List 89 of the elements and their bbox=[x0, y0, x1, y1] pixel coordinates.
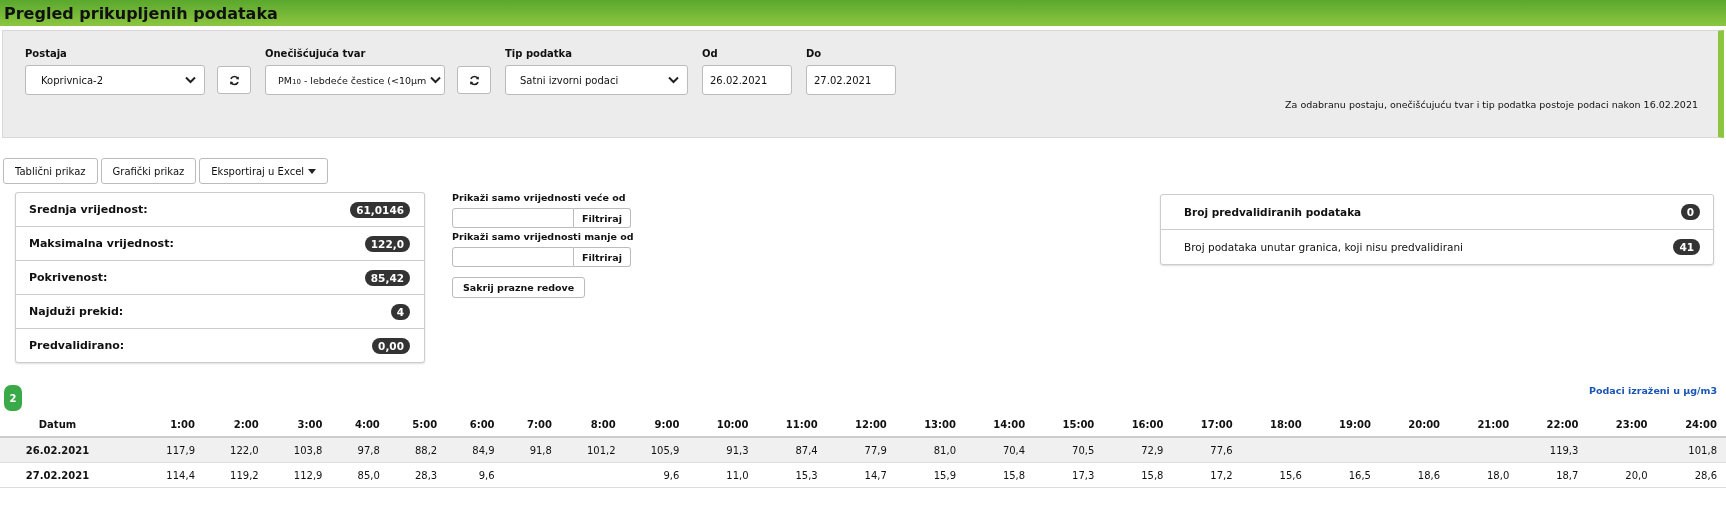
stat-label: Pokrivenost: bbox=[29, 271, 108, 284]
stat-value: 61,0146 bbox=[350, 201, 410, 218]
hide-empty-button[interactable]: Sakrij prazne redove bbox=[452, 277, 586, 298]
filter-label: Prikaži samo vrijednosti veće od bbox=[452, 192, 627, 203]
table-cell: 72,9 bbox=[1141, 444, 1164, 456]
refresh-button[interactable] bbox=[217, 66, 251, 94]
refresh-icon bbox=[228, 74, 240, 86]
field-label: Onečišćujuća tvar bbox=[265, 48, 367, 59]
stat-label: Maksimalna vrijednost: bbox=[29, 237, 174, 250]
table-cell: 97,8 bbox=[357, 444, 380, 456]
table-cell: 15,8 bbox=[1002, 469, 1026, 481]
dropdown[interactable]: PM$_{10}$ - lebdeće čestice (<10µm bbox=[265, 65, 445, 95]
date-field[interactable]: 27.02.2021 bbox=[806, 65, 896, 95]
filter-label: Prikaži samo vrijednosti manje od bbox=[452, 231, 632, 242]
table-cell: 9,6 bbox=[663, 469, 680, 481]
table-cell: 119,3 bbox=[1549, 444, 1579, 456]
table-cell: 101,2 bbox=[587, 444, 616, 456]
stat-value: 85,42 bbox=[364, 269, 410, 286]
input-field[interactable] bbox=[452, 208, 574, 228]
table-cell: 114,4 bbox=[166, 469, 195, 481]
unit-link[interactable]: Podaci izraženi u µg/m3 bbox=[1589, 385, 1717, 396]
dropdown[interactable]: Koprivnica-2 bbox=[25, 65, 205, 95]
refresh-icon bbox=[468, 74, 480, 86]
date-field[interactable]: 26.02.2021 bbox=[702, 65, 792, 95]
field-label: Postaja bbox=[25, 48, 68, 59]
validation-label: Broj podataka unutar granica, koji nisu predvalidirani bbox=[1184, 241, 1464, 253]
stat-value: 0,00 bbox=[372, 337, 410, 354]
chevron-icon bbox=[430, 76, 442, 84]
table-cell: 87,4 bbox=[795, 444, 818, 456]
row-count: 2 bbox=[4, 385, 22, 411]
table-cell: 17,3 bbox=[1072, 469, 1095, 481]
table-cell: 11,0 bbox=[726, 469, 749, 481]
stat-label: Najduži prekid: bbox=[29, 305, 124, 318]
input-field[interactable] bbox=[452, 247, 574, 267]
page-title: Pregled prikupljenih podataka bbox=[4, 3, 278, 23]
view-button[interactable]: Eksportiraj u Excel bbox=[199, 158, 329, 184]
table-cell: 15,9 bbox=[933, 469, 956, 481]
table-cell: 70,4 bbox=[1002, 444, 1026, 456]
table-cell: 88,2 bbox=[414, 444, 438, 456]
table-cell: 117,9 bbox=[166, 444, 195, 456]
table-cell: 16,5 bbox=[1348, 469, 1371, 481]
refresh-button[interactable] bbox=[457, 66, 491, 94]
table-cell: 85,0 bbox=[357, 469, 380, 481]
field-label: Od bbox=[702, 48, 719, 59]
validation-label: Broj predvalidiranih podataka bbox=[1184, 206, 1362, 218]
stat-value: 4 bbox=[390, 303, 410, 320]
view-button[interactable]: Tablični prikaz bbox=[3, 158, 98, 184]
table-cell: 91,8 bbox=[529, 444, 552, 456]
table-cell: 28,6 bbox=[1694, 469, 1717, 481]
table-cell: 26.02.2021 bbox=[25, 444, 90, 456]
table-cell: 77,9 bbox=[864, 444, 887, 456]
chevron-icon bbox=[668, 76, 679, 84]
table-cell: 15,3 bbox=[795, 469, 818, 481]
table-cell: 103,8 bbox=[293, 444, 323, 456]
filter-button[interactable]: Filtriraj bbox=[574, 208, 631, 228]
table-cell: 84,9 bbox=[472, 444, 495, 456]
table-cell: 27.02.2021 bbox=[25, 469, 90, 481]
field-label: Tip podatka bbox=[505, 48, 573, 59]
table-cell: 70,5 bbox=[1072, 444, 1095, 456]
count-value: 41 bbox=[1673, 239, 1700, 255]
table-cell: 18,6 bbox=[1417, 469, 1441, 481]
table-cell: 105,9 bbox=[650, 444, 680, 456]
table-cell: 15,8 bbox=[1141, 469, 1164, 481]
table-cell: 77,6 bbox=[1210, 444, 1233, 456]
table-cell: 20,0 bbox=[1625, 469, 1648, 481]
table-cell: 119,2 bbox=[230, 469, 259, 481]
stat-label: Predvalidirano: bbox=[29, 339, 125, 352]
stat-label: Srednja vrijednost: bbox=[29, 203, 148, 216]
table-cell: 28,3 bbox=[414, 469, 438, 481]
field-label: Do bbox=[806, 48, 823, 59]
caret-icon bbox=[308, 168, 317, 174]
table-cell: 9,6 bbox=[478, 469, 495, 481]
chevron-icon bbox=[185, 76, 196, 84]
table-cell: 18,0 bbox=[1487, 469, 1510, 481]
table-cell: 101,8 bbox=[1688, 444, 1717, 456]
table-cell: 18,7 bbox=[1556, 469, 1579, 481]
table-cell: 17,2 bbox=[1210, 469, 1233, 481]
filter-button[interactable]: Filtriraj bbox=[574, 247, 631, 267]
table-cell: 122,0 bbox=[230, 444, 259, 456]
info-note: Za odabranu postaju, onečišćujuću tvar i tip podatka postoje podaci nakon 16.02.2021 bbox=[1285, 99, 1698, 110]
dropdown[interactable]: Satni izvorni podaci bbox=[505, 65, 688, 95]
table-cell: 14,7 bbox=[864, 469, 887, 481]
table-cell: 112,9 bbox=[293, 469, 323, 481]
view-button[interactable]: Grafički prikaz bbox=[100, 158, 197, 184]
count-value: 0 bbox=[1680, 204, 1700, 220]
stat-value: 122,0 bbox=[364, 235, 410, 252]
table-cell: 91,3 bbox=[726, 444, 749, 456]
table-cell: 15,6 bbox=[1279, 469, 1302, 481]
table-cell: 81,0 bbox=[933, 444, 956, 456]
